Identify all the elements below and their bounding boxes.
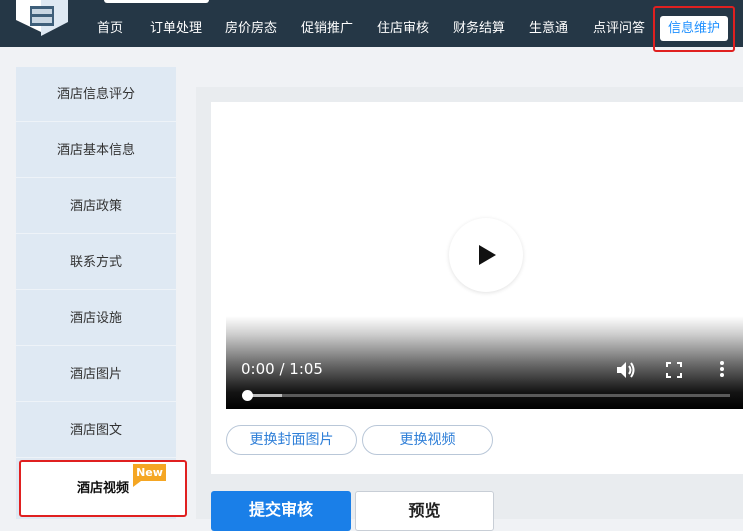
nav-item-promotion[interactable]: 促销推广 bbox=[301, 20, 353, 38]
sidebar-item-photos[interactable]: 酒店图片 bbox=[16, 347, 176, 402]
sidebar-item-rating[interactable]: 酒店信息评分 bbox=[16, 67, 176, 122]
change-cover-button[interactable]: 更换封面图片 bbox=[226, 425, 357, 455]
nav-item-reviews[interactable]: 点评问答 bbox=[593, 20, 645, 38]
volume-icon[interactable] bbox=[615, 360, 637, 380]
new-badge: New bbox=[133, 464, 166, 487]
more-options-icon[interactable] bbox=[718, 360, 726, 378]
change-video-button[interactable]: 更换视频 bbox=[362, 425, 493, 455]
nav-item-orders[interactable]: 订单处理 bbox=[150, 20, 202, 38]
nav-item-rates[interactable]: 房价房态 bbox=[225, 20, 277, 38]
sidebar-item-facilities[interactable]: 酒店设施 bbox=[16, 291, 176, 346]
sidebar-item-basic-info[interactable]: 酒店基本信息 bbox=[16, 123, 176, 178]
video-progress-handle[interactable] bbox=[242, 390, 253, 401]
sidebar-item-policy[interactable]: 酒店政策 bbox=[16, 179, 176, 234]
sidebar-item-articles[interactable]: 酒店图文 bbox=[16, 403, 176, 458]
nav-item-finance[interactable]: 财务结算 bbox=[453, 20, 505, 38]
video-progress-track[interactable] bbox=[247, 394, 730, 397]
video-time-display: 0:00 / 1:05 bbox=[241, 360, 323, 378]
play-icon bbox=[479, 245, 496, 265]
preview-button[interactable]: 预览 bbox=[355, 491, 494, 531]
submit-review-button[interactable]: 提交审核 bbox=[211, 491, 351, 531]
nav-item-business[interactable]: 生意通 bbox=[529, 20, 568, 38]
fullscreen-icon[interactable] bbox=[666, 362, 682, 378]
nav-item-audit[interactable]: 住店审核 bbox=[377, 20, 429, 38]
brand-logo bbox=[16, 0, 68, 36]
play-button[interactable] bbox=[449, 218, 523, 292]
sidebar-item-contact[interactable]: 联系方式 bbox=[16, 235, 176, 290]
nav-item-home[interactable]: 首页 bbox=[97, 20, 123, 38]
sidebar: 酒店信息评分 酒店基本信息 酒店政策 联系方式 酒店设施 酒店图片 酒店图文 bbox=[16, 67, 176, 519]
highlight-box-nav bbox=[653, 6, 735, 52]
top-strip bbox=[104, 0, 209, 3]
